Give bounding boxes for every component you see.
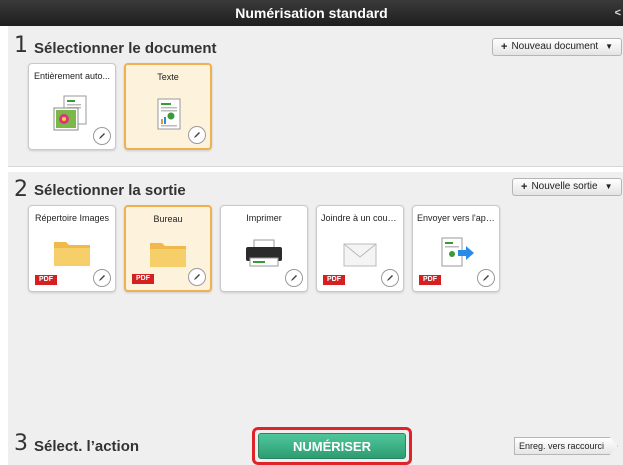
- folder-icon: [54, 242, 90, 266]
- photo-document-icon: [53, 95, 87, 131]
- output-tile-label: Joindre à un courriel: [321, 213, 399, 223]
- output-tile-images-folder[interactable]: Répertoire Images PDF: [28, 205, 116, 292]
- step-number-1: 1: [14, 33, 28, 58]
- select-output-title: Sélectionner la sortie: [34, 182, 186, 199]
- window-title: Numérisation standard: [235, 5, 388, 21]
- new-document-label: Nouveau document: [511, 41, 599, 52]
- text-document-icon: [157, 98, 181, 130]
- folder-icon: [150, 243, 186, 267]
- pdf-badge: PDF: [35, 275, 57, 285]
- plus-icon: +: [501, 41, 508, 53]
- output-tile-email[interactable]: Joindre à un courriel PDF: [316, 205, 404, 292]
- edit-pencil-icon[interactable]: [381, 269, 399, 287]
- step-number-2: 2: [14, 177, 28, 202]
- scan-button[interactable]: NUMÉRISER: [258, 433, 406, 459]
- collapse-arrow-icon[interactable]: <: [615, 0, 621, 26]
- output-tile-desktop[interactable]: Bureau PDF: [124, 205, 212, 292]
- select-action-title: Sélect. l’action: [34, 438, 140, 455]
- output-tile-label: Envoyer vers l'appl...: [417, 213, 495, 223]
- document-tile-text[interactable]: Texte: [124, 63, 212, 150]
- pdf-badge: PDF: [132, 274, 154, 284]
- chevron-down-icon: ▼: [604, 182, 613, 191]
- chevron-down-icon: ▼: [605, 42, 614, 51]
- output-tile-label: Bureau: [153, 214, 183, 224]
- edit-pencil-icon[interactable]: [188, 126, 206, 144]
- printer-icon: [246, 239, 282, 267]
- edit-pencil-icon[interactable]: [188, 268, 206, 286]
- output-tile-label: Imprimer: [246, 213, 282, 223]
- document-tile-label: Entièrement auto...: [33, 71, 111, 81]
- new-output-label: Nouvelle sortie: [531, 181, 598, 192]
- envelope-icon: [343, 243, 377, 267]
- new-output-button[interactable]: + Nouvelle sortie ▼: [512, 178, 622, 196]
- document-tile-auto[interactable]: Entièrement auto...: [28, 63, 116, 150]
- pdf-badge: PDF: [419, 275, 441, 285]
- edit-pencil-icon[interactable]: [477, 269, 495, 287]
- document-tile-label: Texte: [157, 72, 179, 82]
- save-shortcut-button[interactable]: Enreg. vers raccourci: [514, 437, 618, 455]
- edit-pencil-icon[interactable]: [93, 269, 111, 287]
- plus-icon: +: [521, 181, 528, 193]
- output-tile-print[interactable]: Imprimer: [220, 205, 308, 292]
- output-tile-label: Répertoire Images: [34, 213, 110, 223]
- new-document-button[interactable]: + Nouveau document ▼: [492, 38, 623, 56]
- edit-pencil-icon[interactable]: [93, 127, 111, 145]
- output-tile-send-to-app[interactable]: Envoyer vers l'appl... PDF: [412, 205, 500, 292]
- send-to-app-icon: [441, 237, 474, 267]
- step-number-3: 3: [14, 431, 28, 456]
- scan-button-highlight: NUMÉRISER: [252, 427, 412, 465]
- select-document-title: Sélectionner le document: [34, 40, 217, 57]
- pdf-badge: PDF: [323, 275, 345, 285]
- edit-pencil-icon[interactable]: [285, 269, 303, 287]
- window-titlebar: Numérisation standard <: [0, 0, 623, 26]
